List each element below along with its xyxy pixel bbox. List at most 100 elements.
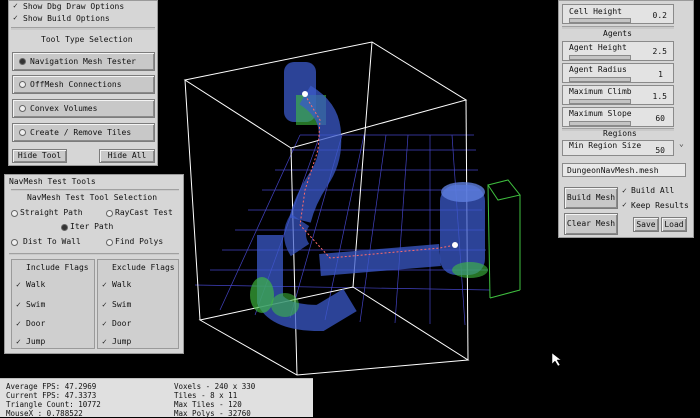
max-climb-field[interactable]: Maximum Climb 1.5	[562, 85, 674, 105]
tool-convex-volumes[interactable]: Convex Volumes	[12, 99, 155, 118]
check-mark-icon[interactable]: ✓	[102, 319, 107, 328]
include-flag-door: Door	[26, 319, 46, 328]
voxels: Voxels - 240 x 330	[174, 382, 256, 391]
check-mark-icon[interactable]: ✓	[16, 337, 21, 346]
mesh-file-name: DungeonNavMesh.mesh	[567, 166, 659, 175]
check-mark-icon[interactable]: ✓	[16, 319, 21, 328]
check-mark-icon[interactable]: ✓	[13, 13, 18, 22]
radio-icon	[19, 129, 26, 136]
agent-radius-field[interactable]: Agent Radius 1	[562, 63, 674, 83]
hide-all-button[interactable]: Hide All	[99, 149, 155, 163]
check-mark-icon[interactable]: ✓	[102, 337, 107, 346]
min-region-field[interactable]: Min Region Size 50	[562, 140, 674, 156]
stats-panel: Average FPS: 47.2969 Current FPS: 47.337…	[0, 378, 313, 418]
tool-type-title: Tool Type Selection	[41, 35, 133, 44]
build-all-label: Build All	[631, 186, 675, 195]
max-slope-value: 60	[655, 114, 665, 123]
check-mark-icon[interactable]: ✓	[102, 300, 107, 309]
avg-fps: Average FPS: 47.2969	[6, 382, 97, 391]
cell-height-label: Cell Height	[569, 7, 622, 16]
include-flag-swim: Swim	[26, 300, 46, 309]
navmesh-test-panel: NavMesh Test Tools NavMesh Test Tool Sel…	[4, 174, 184, 354]
check-mark-icon[interactable]: ✓	[13, 1, 18, 10]
include-flag-walk: Walk	[26, 280, 46, 289]
exclude-flags-box: Exclude Flags ✓ Walk ✓ Swim ✓ Door ✓ Jum…	[97, 259, 179, 349]
check-mark-icon[interactable]: ✓	[622, 186, 627, 195]
max-climb-label: Maximum Climb	[569, 87, 632, 96]
exclude-flag-swim: Swim	[112, 300, 132, 309]
agent-radius-slider[interactable]	[569, 77, 631, 82]
include-flags-title: Include Flags	[26, 263, 89, 272]
divider	[11, 189, 179, 191]
exclude-flags-title: Exclude Flags	[112, 263, 175, 272]
agent-height-value: 2.5	[652, 47, 667, 56]
divider	[9, 253, 179, 255]
agent-radius-label: Agent Radius	[569, 65, 627, 74]
radio-icon[interactable]	[11, 239, 18, 246]
build-settings-panel: Cell Height 0.2 Agents Agent Height 2.5 …	[558, 0, 694, 238]
keep-results-label: Keep Results	[631, 201, 689, 210]
min-region-value: 50	[655, 146, 665, 155]
agent-height-slider[interactable]	[569, 55, 631, 60]
debug-option-build: Show Build Options	[23, 14, 110, 23]
check-mark-icon[interactable]: ✓	[16, 280, 21, 289]
exclude-flag-jump: Jump	[112, 337, 132, 346]
build-mesh-button[interactable]: Build Mesh	[564, 187, 618, 209]
radio-icon	[19, 105, 26, 112]
navmesh-tools-subtitle: NavMesh Test Tool Selection	[27, 193, 158, 202]
check-mark-icon[interactable]: ✓	[102, 280, 107, 289]
cell-height-slider[interactable]	[569, 18, 631, 23]
tool-panel: ✓ Show Dbg Draw Options ✓ Show Build Opt…	[8, 0, 158, 166]
max-polys: Max Polys - 32760	[174, 409, 251, 418]
agents-title: Agents	[603, 29, 632, 38]
mouse-cursor-icon	[551, 352, 562, 367]
mode-iter-path[interactable]: Iter Path	[70, 222, 113, 231]
mode-raycast-test[interactable]: RayCast Test	[115, 208, 173, 217]
triangle-count: Triangle Count: 10772	[6, 400, 101, 409]
cell-height-value: 0.2	[652, 11, 667, 20]
mouse-x: MouseX : 0.788522	[6, 409, 83, 418]
tile-bounds	[487, 179, 521, 299]
radio-icon[interactable]	[61, 224, 68, 231]
debug-option-draw: Show Dbg Draw Options	[23, 2, 125, 11]
mode-straight-path[interactable]: Straight Path	[20, 208, 83, 217]
hide-tool-button[interactable]: Hide Tool	[12, 149, 67, 163]
max-slope-label: Maximum Slope	[569, 109, 632, 118]
max-climb-slider[interactable]	[569, 99, 631, 104]
max-climb-value: 1.5	[652, 92, 667, 101]
tool-create-remove-tiles[interactable]: Create / Remove Tiles	[12, 123, 155, 142]
radio-icon	[19, 81, 26, 88]
cell-height-field[interactable]: Cell Height 0.2	[562, 4, 674, 24]
max-tiles: Max Tiles - 120	[174, 400, 242, 409]
current-fps: Current FPS: 47.3373	[6, 391, 97, 400]
check-mark-icon[interactable]: ✓	[622, 200, 627, 209]
divider	[11, 27, 155, 30]
radio-icon	[19, 58, 26, 65]
tool-offmesh[interactable]: OffMesh Connections	[12, 75, 155, 94]
clear-mesh-button[interactable]: Clear Mesh	[564, 213, 618, 235]
regions-title: Regions	[603, 129, 637, 138]
scroll-down-icon[interactable]: ⌄	[679, 139, 684, 148]
save-button[interactable]: Save	[633, 217, 659, 232]
max-slope-slider[interactable]	[569, 121, 631, 126]
mode-find-polys[interactable]: Find Polys	[115, 237, 163, 246]
mesh-file-select[interactable]: DungeonNavMesh.mesh	[562, 163, 686, 177]
load-button[interactable]: Load	[661, 217, 687, 232]
min-region-label: Min Region Size	[569, 141, 642, 150]
exclude-flag-door: Door	[112, 319, 132, 328]
include-flag-jump: Jump	[26, 337, 46, 346]
max-slope-field[interactable]: Maximum Slope 60	[562, 107, 674, 127]
include-flags-box: Include Flags ✓ Walk ✓ Swim ✓ Door ✓ Jum…	[11, 259, 95, 349]
agent-height-label: Agent Height	[569, 43, 627, 52]
mode-dist-to-wall[interactable]: Dist To Wall	[23, 237, 81, 246]
radio-icon[interactable]	[106, 239, 113, 246]
tiles: Tiles - 8 x 11	[174, 391, 238, 400]
radio-icon[interactable]	[11, 210, 18, 217]
exclude-flag-walk: Walk	[112, 280, 132, 289]
agent-height-field[interactable]: Agent Height 2.5	[562, 41, 674, 61]
agent-radius-value: 1	[658, 70, 663, 79]
radio-icon[interactable]	[106, 210, 113, 217]
navmesh-tools-title: NavMesh Test Tools	[9, 177, 96, 186]
tool-navmesh-tester[interactable]: Navigation Mesh Tester	[12, 52, 155, 71]
check-mark-icon[interactable]: ✓	[16, 300, 21, 309]
